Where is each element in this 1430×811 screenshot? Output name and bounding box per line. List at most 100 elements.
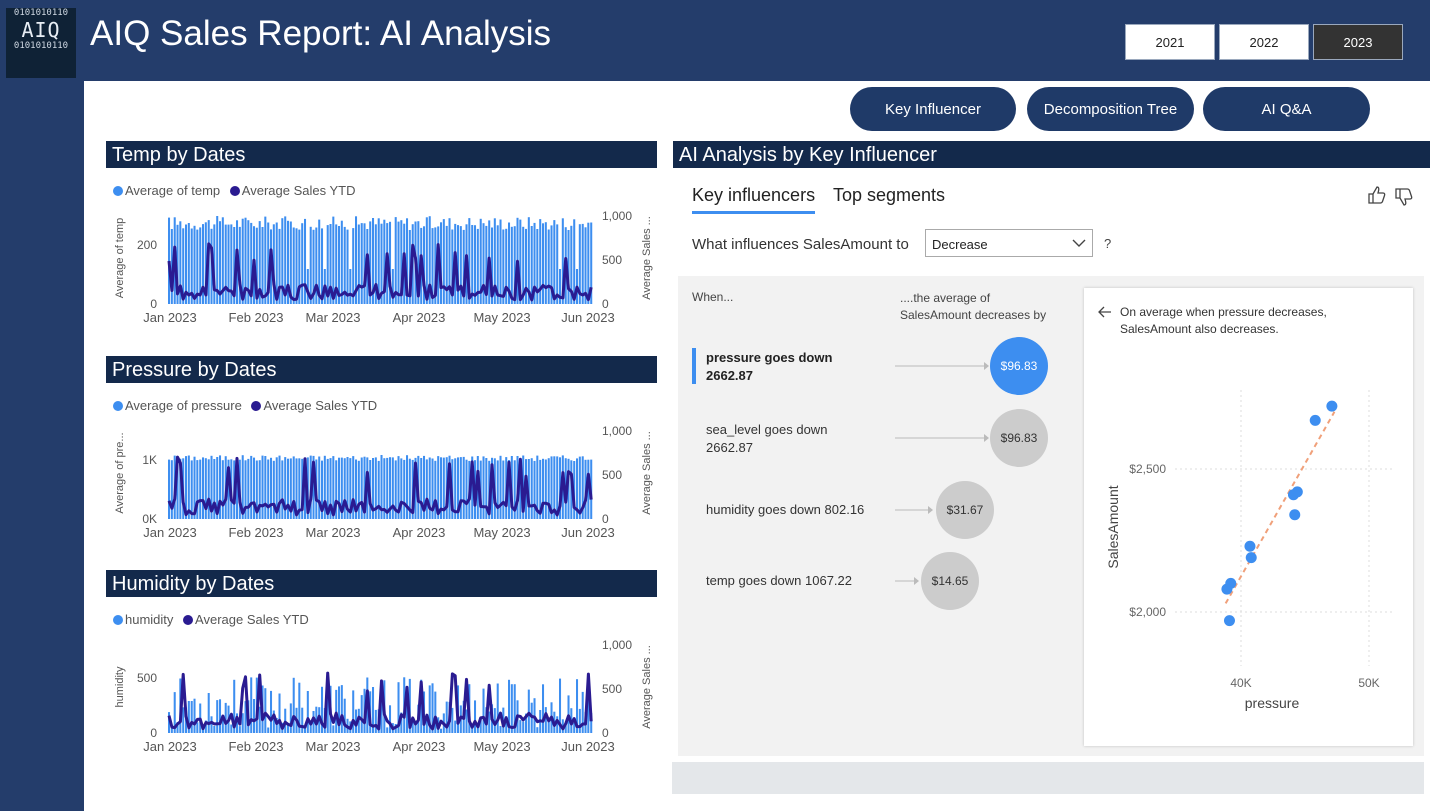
bubble-value: $31.67 (947, 503, 984, 517)
chart-bar (357, 460, 360, 519)
chart-bar (465, 459, 468, 519)
direction-dropdown[interactable]: Decrease (925, 229, 1093, 257)
pressure-chart-legend: Average of pressure Average Sales YTD (113, 398, 377, 413)
chart-bar (474, 225, 477, 304)
chart-bar (193, 698, 196, 733)
year-button-2022[interactable]: 2022 (1219, 24, 1309, 60)
scatter-point (1309, 414, 1321, 426)
chart-bar (267, 459, 270, 519)
chart-bar (340, 220, 343, 304)
chart-bar (318, 456, 321, 519)
year-button-2021[interactable]: 2021 (1125, 24, 1215, 60)
x-tick: Mar 2023 (306, 525, 361, 540)
y-axis-label: SalesAmount (1105, 485, 1121, 568)
y-tick-right: 1,000 (602, 424, 632, 438)
chart-bar (454, 720, 457, 733)
chart-bar (510, 684, 513, 733)
chart-bar (451, 707, 454, 733)
legend-bar-swatch (113, 186, 123, 196)
influencer-row-humidity[interactable]: humidity goes down 802.16 (706, 502, 864, 517)
bottom-strip (672, 762, 1424, 794)
y-tick-right: 1,000 (602, 209, 632, 223)
back-arrow-icon[interactable] (1097, 305, 1113, 319)
chart-bar (292, 677, 295, 733)
temp-chart-legend: Average of temp Average Sales YTD (113, 183, 355, 198)
chart-bar (377, 460, 380, 519)
chart-bar (264, 688, 267, 733)
y-tick: $2,500 (1129, 462, 1166, 476)
chart-bar (343, 458, 346, 519)
chart-bar (199, 459, 202, 519)
chart-bar (474, 700, 477, 733)
chart-bar (250, 677, 253, 733)
chart-bar (581, 223, 584, 304)
chart-bar (459, 457, 462, 519)
humidity-chart-title: Humidity by Dates (106, 570, 657, 597)
thumbs-up-icon[interactable] (1366, 185, 1388, 205)
x-tick: May 2023 (473, 739, 530, 754)
chart-bar (496, 460, 499, 519)
influencer-row-sea-level[interactable]: sea_level goes down 2662.87 (706, 421, 827, 457)
bubble-value: $14.65 (932, 574, 969, 588)
influencer-row-temp[interactable]: temp goes down 1067.22 (706, 573, 852, 588)
year-button-2023[interactable]: 2023 (1313, 24, 1403, 60)
x-tick: May 2023 (473, 310, 530, 325)
thumbs-down-icon[interactable] (1393, 187, 1415, 207)
chart-bar (332, 725, 335, 733)
left-sidebar: 0101010110 AIQ 0101010110 (0, 0, 84, 811)
chart-bar (471, 225, 474, 304)
temp-chart[interactable]: 200 0 1,000 500 0 Average of temp Averag… (106, 200, 658, 330)
x-tick: Jun 2023 (561, 525, 615, 540)
legend-bar-swatch (113, 401, 123, 411)
influence-question: What influences SalesAmount to (692, 236, 909, 253)
chart-bar (522, 721, 525, 733)
chart-bar (349, 269, 352, 304)
chart-bar (556, 224, 559, 304)
x-tick: Mar 2023 (306, 739, 361, 754)
chart-bar (213, 726, 216, 733)
chart-bar (335, 689, 338, 733)
pressure-chart[interactable]: 1K 0K 1,000 500 0 Average of pre... Aver… (106, 415, 658, 545)
chevron-down-icon (1072, 239, 1086, 247)
detail-explanation: On average when pressure decreases, Sales… (1120, 305, 1327, 336)
chart-bar (309, 226, 312, 304)
chart-bar (304, 218, 307, 304)
x-tick: Apr 2023 (393, 739, 446, 754)
x-axis-label: pressure (1245, 695, 1300, 711)
chart-bar (340, 685, 343, 733)
tab-key-influencers[interactable]: Key influencers (692, 185, 816, 214)
x-tick: Feb 2023 (229, 525, 284, 540)
tab-top-segments[interactable]: Top segments (833, 185, 945, 206)
humidity-chart[interactable]: 500 0 1,000 500 0 humidity Average Sales… (106, 629, 658, 759)
decomposition-tree-button[interactable]: Decomposition Tree (1027, 87, 1194, 131)
legend-line-swatch (251, 401, 262, 411)
y-tick-left: 0 (150, 726, 157, 740)
ki-panel-title: AI Analysis by Key Influencer (673, 141, 1430, 168)
col-header-when: When... (692, 290, 734, 304)
y-axis-label-right: Average Sales ... (641, 645, 653, 729)
legend-bar-swatch (113, 615, 123, 625)
key-influencer-button[interactable]: Key Influencer (850, 87, 1016, 131)
chart-bar (190, 701, 193, 733)
y-axis-label-right: Average Sales ... (641, 431, 653, 515)
chart-bar (292, 227, 295, 304)
chart-bar (391, 457, 394, 519)
scatter-point (1289, 509, 1301, 521)
chart-bar (482, 688, 485, 733)
chart-bar (544, 459, 547, 519)
chart-bar (391, 269, 394, 304)
pressure-scatter-chart[interactable]: $2,500 $2,000 40K 50K pressure SalesAmou… (1085, 340, 1411, 740)
chart-bar (357, 224, 360, 304)
pressure-chart-title: Pressure by Dates (106, 356, 657, 383)
chart-bar (403, 459, 406, 519)
ai-qa-button[interactable]: AI Q&A (1203, 87, 1370, 131)
y-tick-right: 0 (602, 512, 609, 526)
chart-bar (170, 460, 173, 519)
influencer-row-pressure[interactable]: pressure goes down 2662.87 (706, 349, 832, 385)
chart-bar (547, 229, 550, 304)
chart-bar (581, 691, 584, 733)
influencer-bubbles: $96.83 $96.83 $31.67 $14.65 (895, 337, 1048, 610)
bubble-value: $96.83 (1001, 359, 1038, 373)
help-icon[interactable]: ? (1104, 236, 1111, 251)
chart-bar (542, 684, 545, 733)
